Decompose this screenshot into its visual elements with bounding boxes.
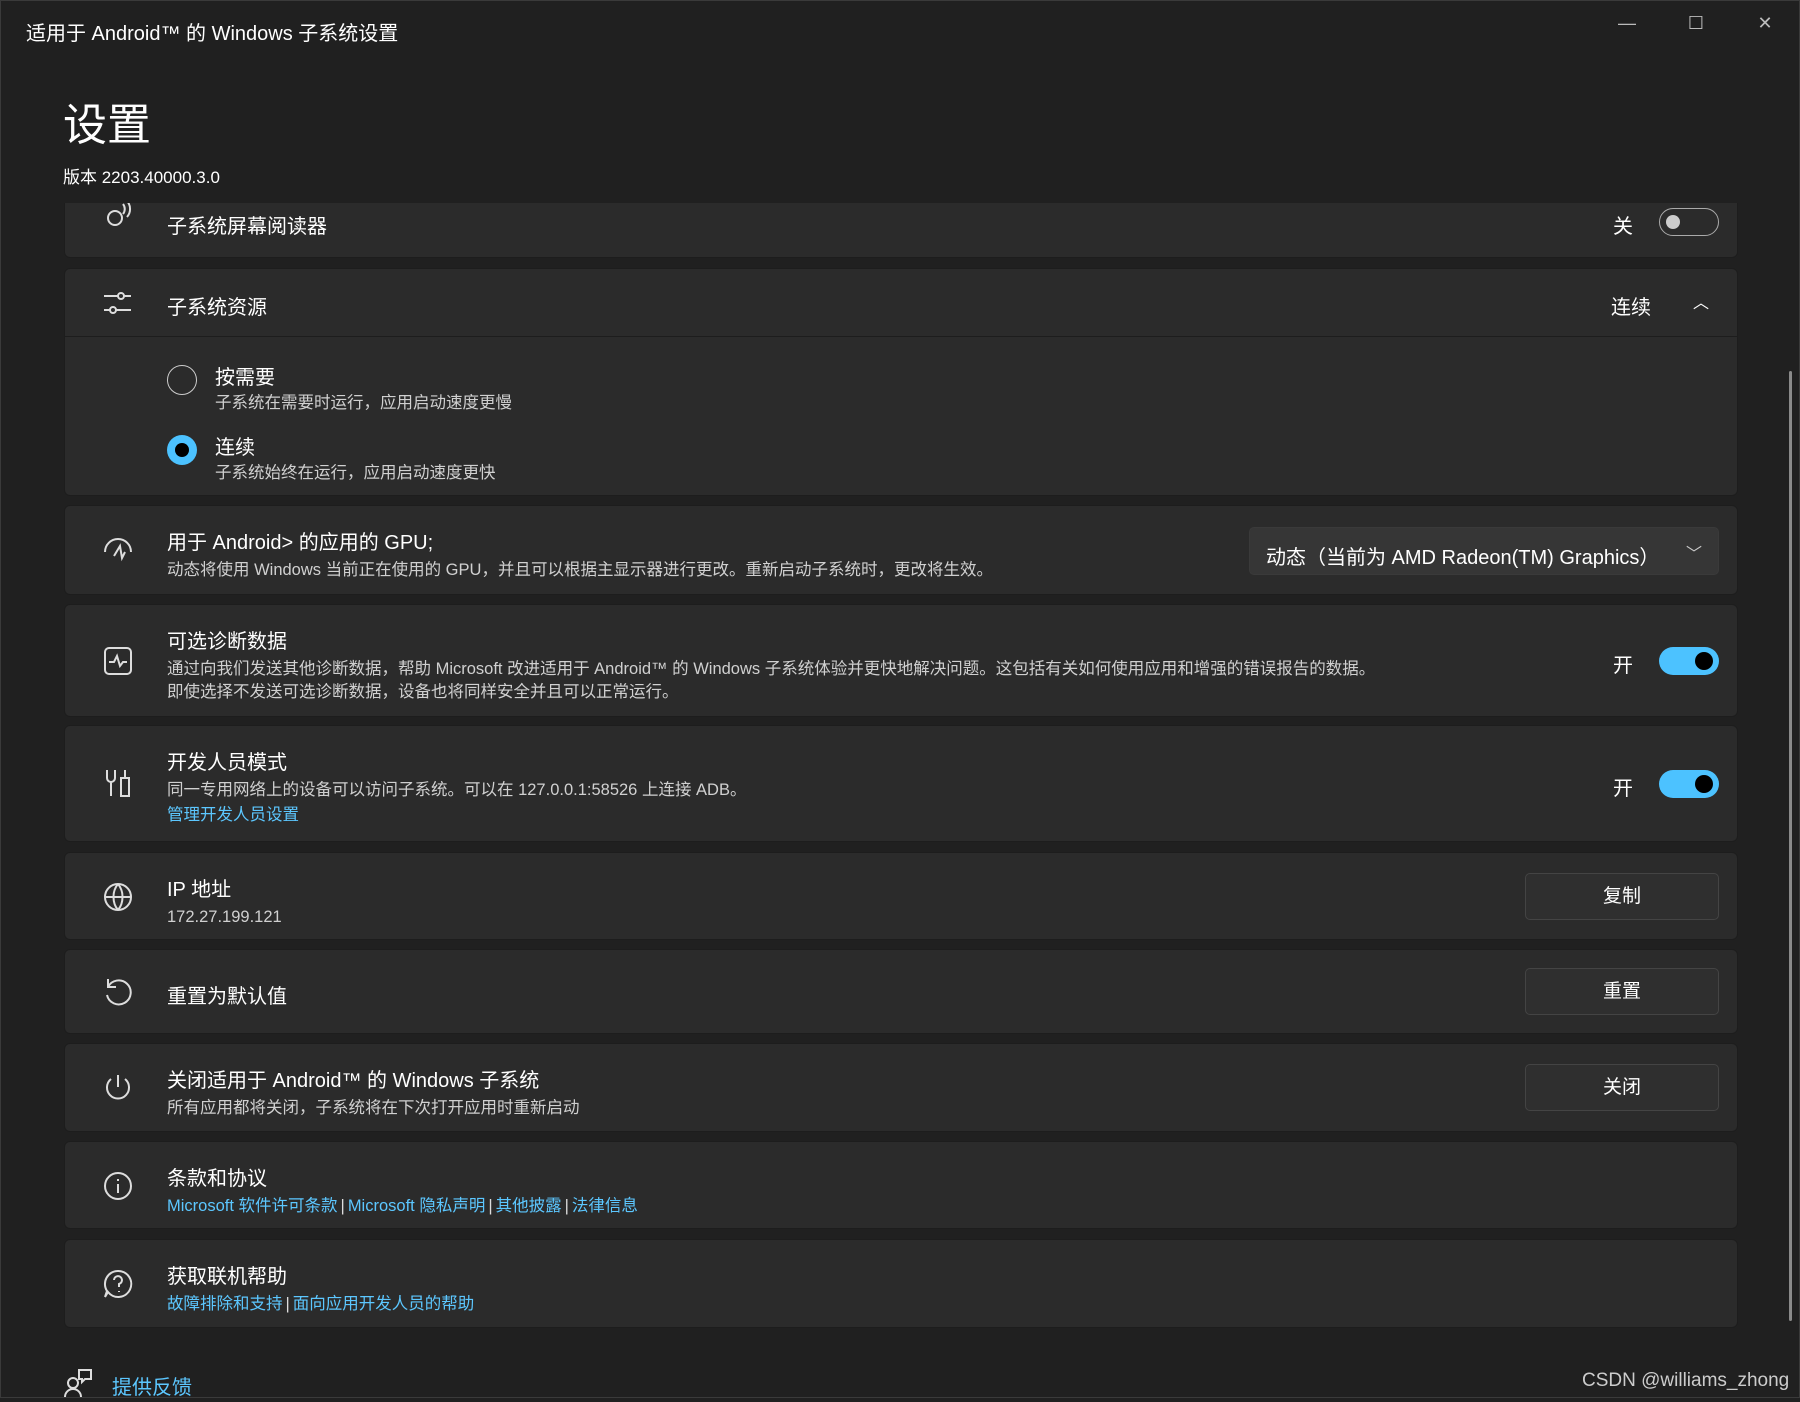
activity-icon [101,644,135,678]
gpu-icon [101,534,135,568]
option-desc: 子系统在需要时运行，应用启动速度更慢 [215,394,512,412]
resources-title: 子系统资源 [167,297,267,319]
power-icon [101,1071,135,1105]
shutdown-button[interactable]: 关闭 [1525,1064,1719,1111]
version-label: 版本 2203.40000.3.0 [63,168,220,187]
help-title: 获取联机帮助 [167,1266,287,1288]
feedback-icon [63,1367,93,1398]
reset-card: 重置为默认值 重置 [64,949,1738,1034]
diagnostics-card: 可选诊断数据通过向我们发送其他诊断数据，帮助 Microsoft 改进适用于 A… [64,604,1738,717]
close-window-button[interactable]: ✕ [1745,13,1785,43]
scrollbar[interactable] [1789,371,1792,1321]
settings-list: 子系统屏幕阅读器 关 子系统资源 连续 ︿ 按需要子系统在需要时运行，应用启动速… [1,203,1800,1371]
gpu-card: 用于 Android> 的应用的 GPU; 动态将使用 Windows 当前正在使… [64,505,1738,595]
shutdown-title: 关闭适用于 Android™ 的 Windows 子系统 [167,1070,540,1092]
help-card: 获取联机帮助 故障排除和支持 | 面向应用开发人员的帮助 [64,1239,1738,1328]
screen-reader-icon [101,203,135,230]
radio-on-demand[interactable] [167,365,197,395]
developer-toggle[interactable] [1659,770,1719,798]
disclosures-link[interactable]: 其他披露 [496,1197,562,1215]
screen-reader-toggle[interactable] [1659,208,1719,236]
gpu-selected: 动态（当前为 AMD Radeon(TM) Graphics） [1266,547,1660,569]
diagnostics-desc: 通过向我们发送其他诊断数据，帮助 Microsoft 改进适用于 Android… [167,660,1376,678]
developer-state: 开 [1613,778,1633,800]
sliders-icon [101,286,135,320]
option-label: 按需要 [215,367,275,389]
chevron-down-icon: ﹀ [1685,546,1702,563]
privacy-link[interactable]: Microsoft 隐私声明 [348,1197,486,1215]
separator: | [285,1295,290,1313]
settings-window: 适用于 Android™ 的 Windows 子系统设置 — ☐ ✕ 设置 版本… [0,0,1800,1400]
reset-title: 重置为默认值 [167,986,287,1008]
screen-reader-title: 子系统屏幕阅读器 [167,216,327,238]
resources-card: 子系统资源 连续 ︿ 按需要子系统在需要时运行，应用启动速度更慢 连续子系统始终… [64,268,1738,496]
developer-help-link[interactable]: 面向应用开发人员的帮助 [293,1295,475,1313]
globe-icon [101,880,135,914]
legal-info-link[interactable]: 法律信息 [572,1197,638,1215]
diagnostics-note: 即使选择不发送可选诊断数据，设备也将同样安全并且可以正常运行。 [167,683,679,701]
reset-icon [101,975,135,1009]
shutdown-desc: 所有应用都将关闭，子系统将在下次打开应用时重新启动 [167,1099,580,1117]
resources-value: 连续 [1611,297,1651,319]
copy-button[interactable]: 复制 [1525,873,1719,920]
option-label: 连续 [215,437,255,459]
screen-reader-card: 子系统屏幕阅读器 关 [64,203,1738,258]
feedback-link[interactable]: 提供反馈 [112,1371,192,1400]
diagnostics-state: 开 [1613,655,1633,677]
help-icon [101,1267,135,1301]
maximize-button[interactable]: ☐ [1676,13,1716,43]
option-on-demand[interactable]: 按需要子系统在需要时运行，应用启动速度更慢 [215,361,512,415]
info-icon [101,1169,135,1203]
shutdown-card: 关闭适用于 Android™ 的 Windows 子系统所有应用都将关闭，子系统… [64,1043,1738,1132]
reset-button[interactable]: 重置 [1525,968,1719,1015]
developer-title: 开发人员模式 [167,752,287,774]
window-title: 适用于 Android™ 的 Windows 子系统设置 [26,23,399,45]
gpu-desc: 动态将使用 Windows 当前正在使用的 GPU，并且可以根据主显示器进行更改… [167,561,993,579]
ip-card: IP 地址 172.27.199.121 复制 [64,852,1738,940]
minimize-button[interactable]: — [1607,13,1647,43]
option-continuous[interactable]: 连续子系统始终在运行，应用启动速度更快 [215,431,496,485]
troubleshooting-link[interactable]: 故障排除和支持 [167,1295,283,1313]
manage-developer-settings-link[interactable]: 管理开发人员设置 [167,804,746,827]
ip-title: IP 地址 [167,879,232,901]
option-desc: 子系统始终在运行，应用启动速度更快 [215,464,496,482]
chevron-up-icon[interactable]: ︿ [1693,289,1709,313]
developer-card: 开发人员模式同一专用网络上的设备可以访问子系统。可以在 127.0.0.1:58… [64,725,1738,842]
resources-header[interactable]: 子系统资源 连续 ︿ [65,269,1737,337]
separator: | [564,1197,569,1215]
ip-value: 172.27.199.121 [167,908,282,926]
tools-icon [101,766,135,800]
page-title: 设置 [63,101,151,150]
radio-continuous[interactable] [167,435,197,465]
terms-title: 条款和协议 [167,1168,267,1190]
developer-desc: 同一专用网络上的设备可以访问子系统。可以在 127.0.0.1:58526 上连… [167,781,747,799]
diagnostics-title: 可选诊断数据 [167,631,287,653]
diagnostics-toggle[interactable] [1659,647,1719,675]
screen-reader-state: 关 [1613,216,1633,238]
watermark: CSDN @williams_zhong [1582,1370,1790,1391]
gpu-title: 用于 Android> 的应用的 GPU; [167,532,434,554]
license-terms-link[interactable]: Microsoft 软件许可条款 [167,1197,338,1215]
gpu-dropdown[interactable]: 动态（当前为 AMD Radeon(TM) Graphics） ﹀ [1249,527,1719,575]
separator: | [488,1197,493,1215]
separator: | [340,1197,345,1215]
terms-card: 条款和协议 Microsoft 软件许可条款 | Microsoft 隐私声明 | 其他… [64,1141,1738,1229]
